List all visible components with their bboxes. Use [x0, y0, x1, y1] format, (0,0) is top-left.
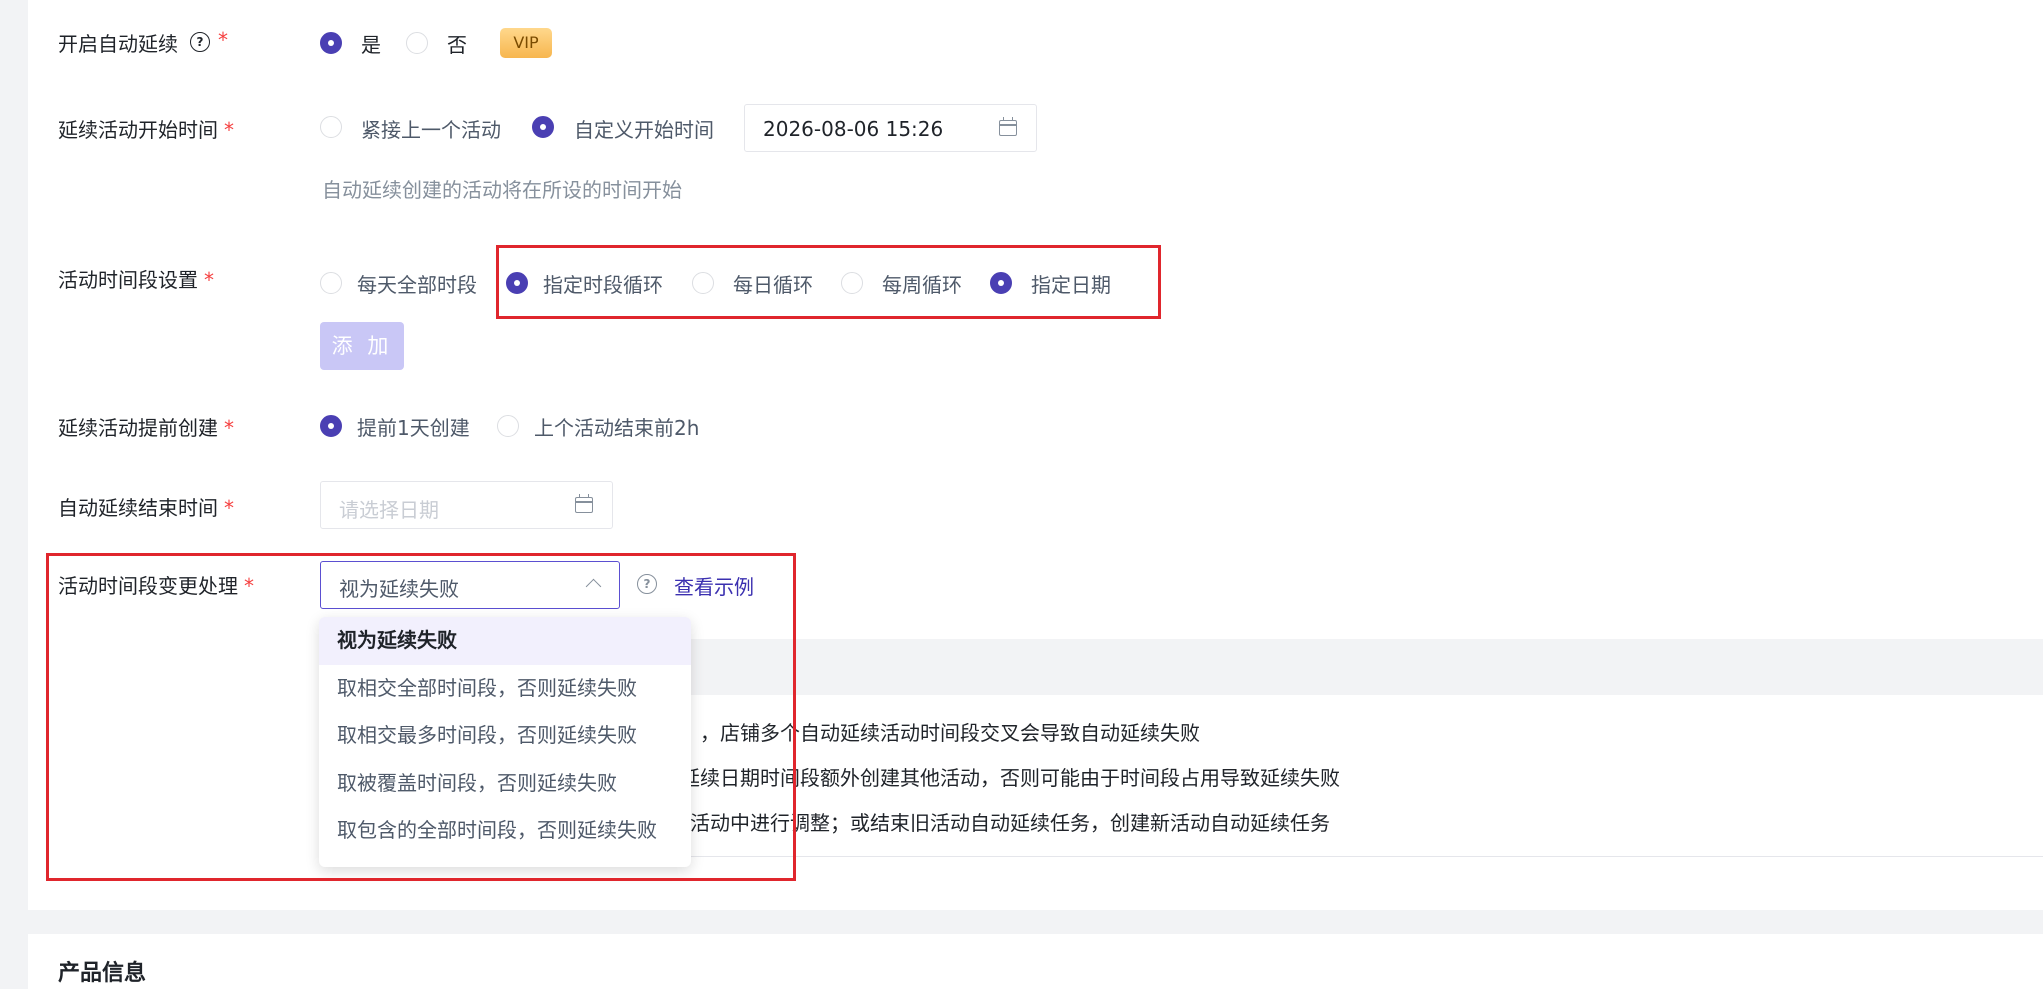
notes-divider: [640, 856, 2043, 857]
vip-badge: VIP: [500, 28, 552, 58]
radio-no-label: 否: [447, 33, 467, 57]
required-mark: *: [218, 28, 228, 52]
start-time-hint: 自动延续创建的活动将在所设的时间开始: [322, 178, 682, 202]
auto-extend-label: 开启自动延续: [58, 32, 178, 56]
radio-all-day[interactable]: [320, 272, 342, 294]
start-time-label: 延续活动开始时间 *: [58, 118, 234, 142]
calendar-icon: [575, 494, 593, 513]
radio-one-day-before-label: 提前1天创建: [357, 416, 470, 440]
radio-custom-start[interactable]: [532, 116, 554, 138]
radio-follow-previous-label: 紧接上一个活动: [361, 118, 501, 142]
start-datetime-value: 2026-08-06 15:26: [763, 117, 944, 141]
highlight-box-change-handling: [46, 553, 796, 881]
add-button[interactable]: 添 加: [320, 322, 404, 370]
advance-create-label: 延续活动提前创建 *: [58, 416, 234, 440]
radio-all-day-label: 每天全部时段: [357, 273, 477, 297]
notes-header-band: [640, 639, 2043, 695]
product-info-title: 产品信息: [58, 961, 147, 986]
highlight-box-period-options: [496, 245, 1161, 319]
radio-one-day-before[interactable]: [320, 415, 342, 437]
radio-yes-label: 是: [361, 33, 381, 57]
radio-2h-before-end-label: 上个活动结束前2h: [534, 416, 700, 440]
help-icon[interactable]: ?: [190, 32, 210, 52]
product-card: [28, 934, 2043, 989]
radio-no[interactable]: [406, 32, 428, 54]
calendar-icon: [999, 117, 1017, 136]
radio-2h-before-end[interactable]: [497, 415, 519, 437]
end-date-placeholder: 请选择日期: [339, 498, 439, 522]
radio-yes[interactable]: [320, 32, 342, 54]
radio-custom-start-label: 自定义开始时间: [574, 118, 714, 142]
radio-follow-previous[interactable]: [320, 116, 342, 138]
period-label: 活动时间段设置 *: [58, 268, 214, 292]
end-date-input[interactable]: 请选择日期: [320, 481, 613, 529]
start-datetime-input[interactable]: 2026-08-06 15:26: [744, 104, 1037, 152]
end-time-label: 自动延续结束时间 *: [58, 496, 234, 520]
